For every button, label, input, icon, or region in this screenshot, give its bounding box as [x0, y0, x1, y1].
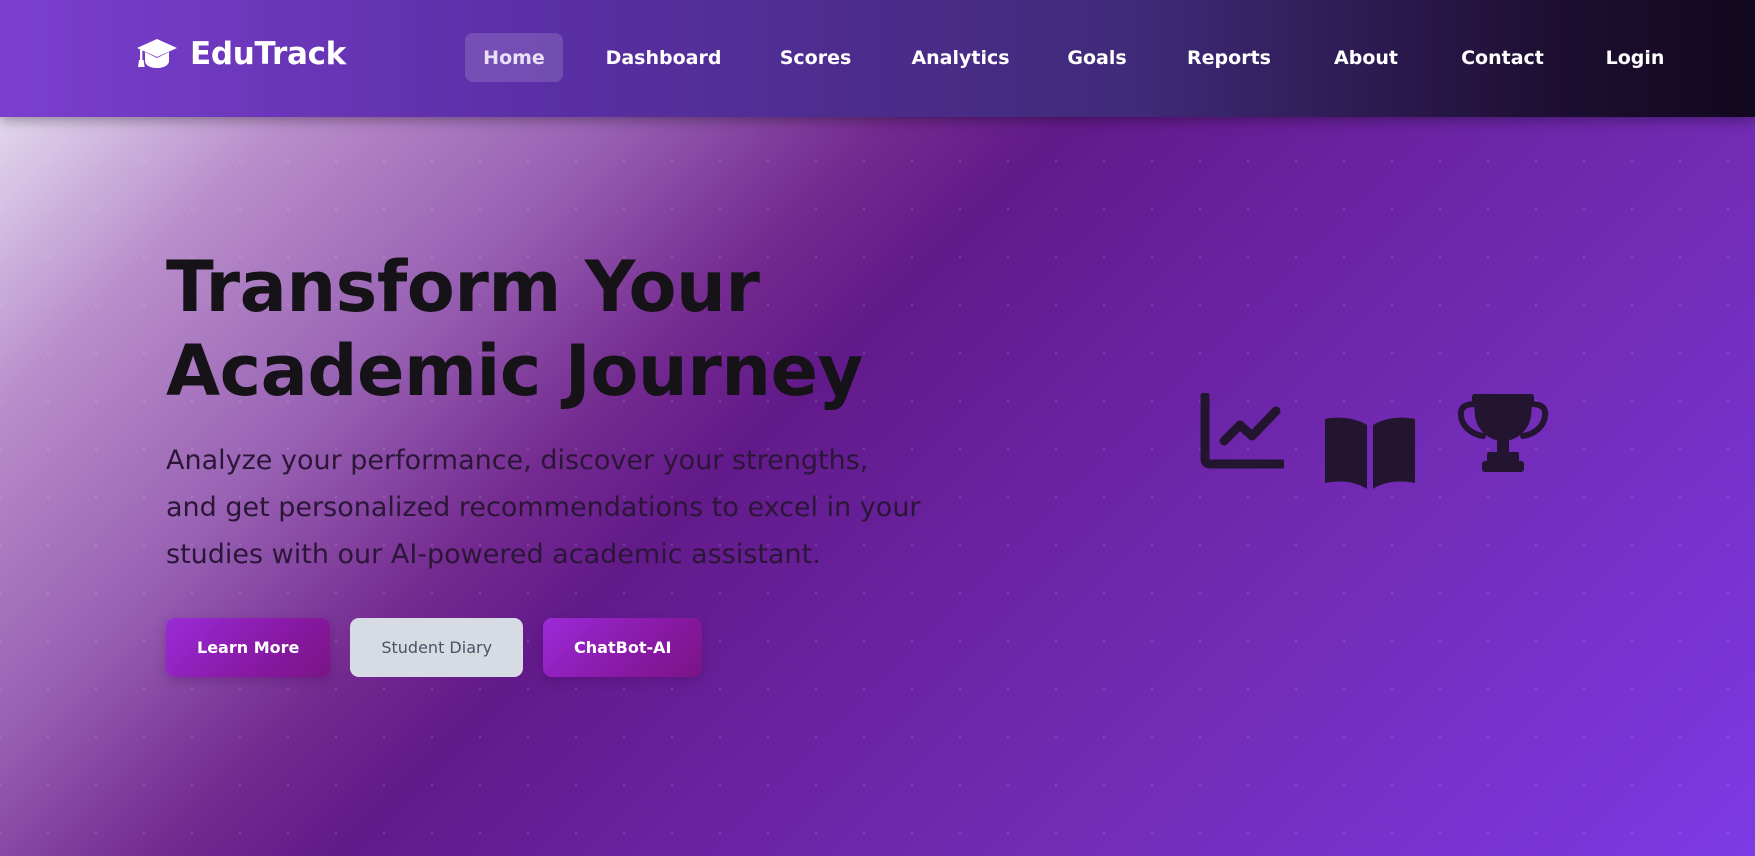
nav-link-home[interactable]: Home [465, 33, 563, 82]
hero-description: Analyze your performance, discover your … [166, 445, 921, 570]
hero-content: Transform Your Academic Journey Analyze … [166, 245, 926, 677]
nav-link-goals[interactable]: Goals [1058, 33, 1136, 82]
hero-section: Transform Your Academic Journey Analyze … [0, 117, 1755, 856]
learn-more-button[interactable]: Learn More [166, 618, 331, 677]
top-navbar: EduTrack Home Dashboard Scores Analytics… [0, 0, 1755, 117]
student-diary-button[interactable]: Student Diary [350, 618, 524, 677]
hero-buttons: Learn More Student Diary ChatBot-AI [166, 618, 926, 677]
hero-title-line-1: Transform Your [166, 246, 760, 328]
open-book-icon [1325, 417, 1415, 489]
hero-title-line-2: Academic Journey [166, 330, 863, 412]
nav-link-about[interactable]: About [1321, 33, 1411, 82]
trophy-icon [1457, 394, 1549, 472]
nav-link-reports[interactable]: Reports [1176, 33, 1282, 82]
nav-link-dashboard[interactable]: Dashboard [597, 33, 730, 82]
nav-link-login[interactable]: Login [1594, 33, 1676, 82]
chatbot-ai-button[interactable]: ChatBot-AI [543, 618, 703, 677]
hero-title: Transform Your Academic Journey [166, 245, 926, 413]
nav-link-contact[interactable]: Contact [1451, 33, 1554, 82]
nav-links: Home Dashboard Scores Analytics Goals Re… [0, 0, 1755, 117]
nav-link-analytics[interactable]: Analytics [902, 33, 1019, 82]
hero-icons [1200, 393, 1550, 489]
nav-link-scores[interactable]: Scores [769, 33, 862, 82]
line-chart-icon [1200, 393, 1284, 469]
